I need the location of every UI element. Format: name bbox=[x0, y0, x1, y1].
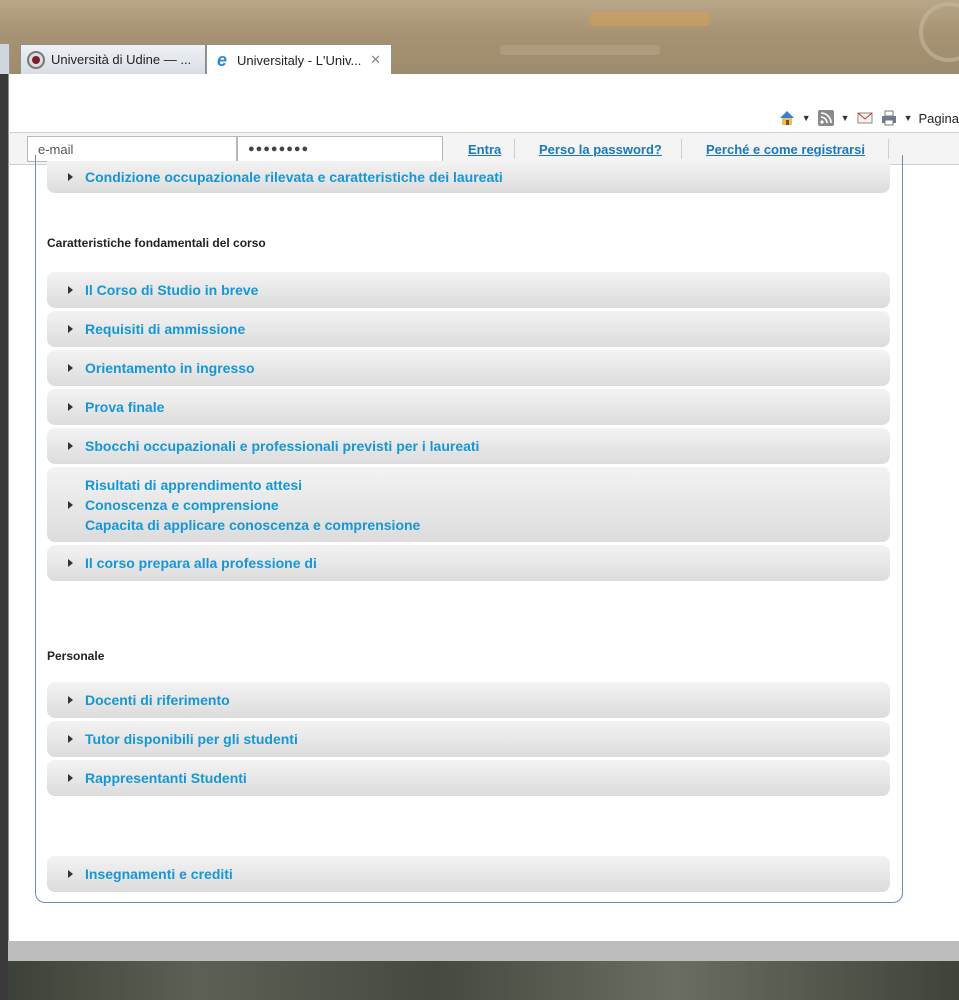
section-title-course: Caratteristiche fondamentali del corso bbox=[47, 236, 266, 250]
chevron-down-icon[interactable]: ▼ bbox=[904, 113, 913, 123]
accordion-rappresentanti[interactable]: Rappresentanti Studenti bbox=[47, 760, 890, 796]
accordion-professione[interactable]: Il corso prepara alla professione di bbox=[47, 545, 890, 581]
accordion-label-group: Risultati di apprendimento attesi Conosc… bbox=[85, 475, 420, 535]
accordion-label: Docenti di riferimento bbox=[85, 692, 230, 708]
page-footer-bar bbox=[8, 941, 959, 961]
accordion-label: Insegnamenti e crediti bbox=[85, 866, 233, 882]
accordion-sbocchi[interactable]: Sbocchi occupazionali e professionali pr… bbox=[47, 428, 890, 464]
accordion-requisiti[interactable]: Requisiti di ammissione bbox=[47, 311, 890, 347]
triangle-right-icon bbox=[68, 500, 73, 509]
page-menu[interactable]: Pagina bbox=[919, 111, 959, 126]
accordion-risultati-apprendimento[interactable]: Risultati di apprendimento attesi Conosc… bbox=[47, 467, 890, 542]
triangle-right-icon bbox=[68, 442, 73, 450]
blurred-element bbox=[590, 12, 710, 26]
accordion-label: Il corso prepara alla professione di bbox=[85, 555, 317, 571]
accordion-label: Il Corso di Studio in breve bbox=[85, 282, 259, 298]
tab-universita-udine[interactable]: Università di Udine — ... bbox=[20, 44, 206, 74]
accordion-label: Rappresentanti Studenti bbox=[85, 770, 247, 786]
triangle-right-icon bbox=[68, 403, 73, 411]
printer-icon[interactable] bbox=[880, 109, 898, 127]
accordion-label: Requisiti di ammissione bbox=[85, 321, 246, 337]
triangle-right-icon bbox=[68, 173, 73, 181]
accordion-label: Sbocchi occupazionali e professionali pr… bbox=[85, 438, 480, 454]
accordion-orientamento[interactable]: Orientamento in ingresso bbox=[47, 350, 890, 386]
triangle-right-icon bbox=[68, 286, 73, 294]
tab-bar: Università di Udine — ... e Universitaly… bbox=[8, 44, 959, 75]
background-photo-strip bbox=[8, 961, 959, 1000]
accordion-label: Orientamento in ingresso bbox=[85, 360, 255, 376]
browser-toolbar: ▼ ▼ ▼ Pagina bbox=[8, 74, 959, 132]
accordion-corso-in-breve[interactable]: Il Corso di Studio in breve bbox=[47, 272, 890, 308]
accordion-insegnamenti[interactable]: Insegnamenti e crediti bbox=[47, 856, 890, 892]
triangle-right-icon bbox=[68, 559, 73, 567]
accordion-label: Conoscenza e comprensione bbox=[85, 496, 279, 513]
triangle-right-icon bbox=[68, 774, 73, 782]
triangle-right-icon bbox=[68, 364, 73, 372]
accordion-label: Condizione occupazionale rilevata e cara… bbox=[85, 169, 503, 185]
triangle-right-icon bbox=[68, 325, 73, 333]
home-icon[interactable] bbox=[778, 109, 796, 127]
chevron-down-icon[interactable]: ▼ bbox=[841, 113, 850, 123]
triangle-right-icon bbox=[68, 696, 73, 704]
accordion-docenti[interactable]: Docenti di riferimento bbox=[47, 682, 890, 718]
command-bar: ▼ ▼ ▼ Pagina bbox=[778, 107, 959, 129]
window-edge bbox=[0, 74, 8, 1000]
accordion-label: Capacita di applicare conoscenza e compr… bbox=[85, 516, 421, 533]
accordion-label: Tutor disponibili per gli studenti bbox=[85, 731, 298, 747]
ie-e-icon: e bbox=[216, 49, 227, 70]
triangle-right-icon bbox=[68, 870, 73, 878]
rss-icon[interactable] bbox=[817, 109, 835, 127]
university-seal-icon bbox=[27, 50, 45, 69]
accordion-tutor[interactable]: Tutor disponibili per gli studenti bbox=[47, 721, 890, 757]
page-content: Condizione occupazionale rilevata e cara… bbox=[8, 155, 959, 941]
triangle-right-icon bbox=[68, 735, 73, 743]
chevron-down-icon[interactable]: ▼ bbox=[802, 113, 811, 123]
tab-label: Università di Udine — ... bbox=[51, 52, 192, 67]
accordion-prova-finale[interactable]: Prova finale bbox=[47, 389, 890, 425]
accordion-label: Prova finale bbox=[85, 399, 165, 415]
mail-icon[interactable] bbox=[856, 109, 874, 127]
tab-label: Universitaly - L'Univ... bbox=[237, 52, 362, 68]
tab-universitaly[interactable]: e Universitaly - L'Univ... ✕ bbox=[206, 44, 392, 75]
accordion-label: Risultati di apprendimento attesi bbox=[85, 476, 303, 493]
close-icon[interactable]: ✕ bbox=[370, 52, 381, 68]
section-title-personale: Personale bbox=[47, 649, 105, 663]
accordion-condizione-occupazionale[interactable]: Condizione occupazionale rilevata e cara… bbox=[47, 161, 890, 193]
